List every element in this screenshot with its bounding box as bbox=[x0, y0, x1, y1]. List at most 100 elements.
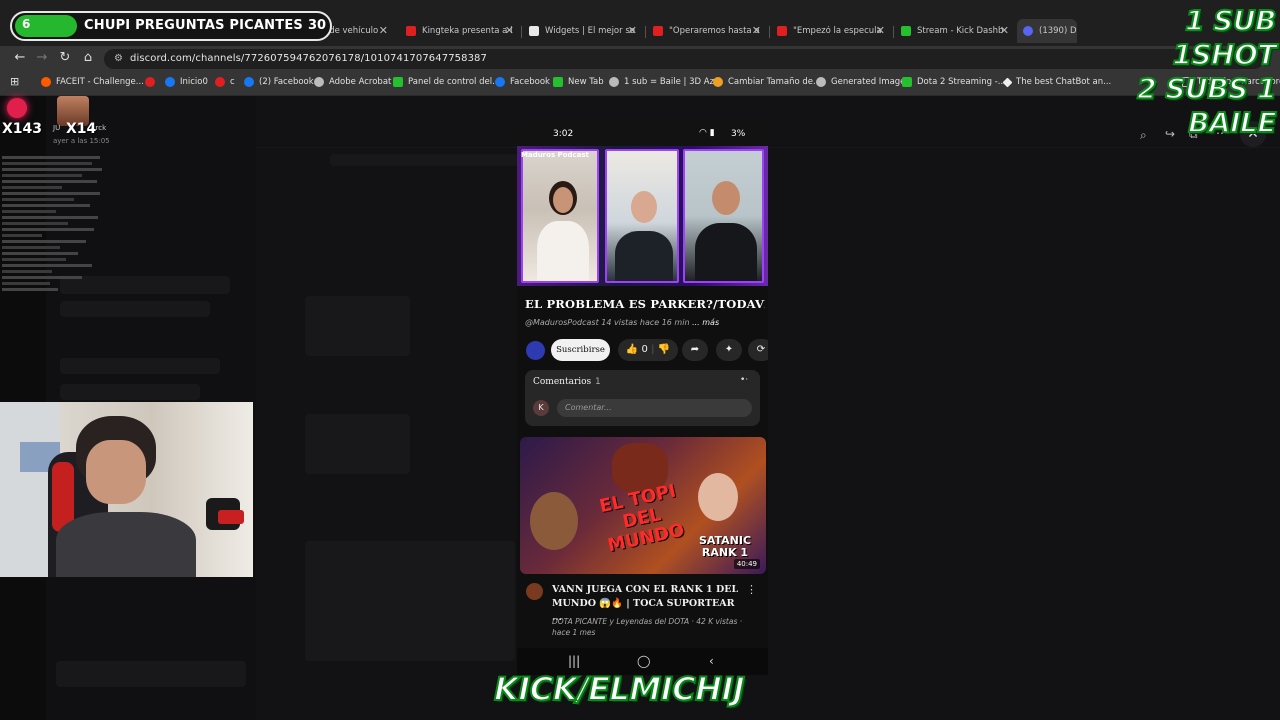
bookmark-facebook[interactable]: Facebook bbox=[495, 77, 550, 87]
tab-kick-dashboard[interactable]: Stream - Kick Dashb ✕ bbox=[895, 19, 1015, 43]
kick-icon bbox=[393, 77, 403, 87]
channel-handle[interactable]: @MadurosPodcast bbox=[525, 318, 599, 327]
tab-widgets[interactable]: Widgets | El mejor so ✕ bbox=[523, 19, 643, 43]
channel-avatar[interactable] bbox=[526, 341, 545, 360]
video-meta: @MadurosPodcast 14 vistas hace 16 min ..… bbox=[525, 318, 719, 327]
video-guest-1 bbox=[521, 149, 599, 283]
facebook-icon bbox=[165, 77, 175, 87]
bookmark-c[interactable]: c bbox=[215, 77, 235, 87]
tab-separator bbox=[893, 26, 894, 38]
guest-face bbox=[553, 187, 573, 213]
phone-status-bar: 3:02 ◠ ▮ 3% bbox=[517, 120, 768, 146]
streamer-webcam bbox=[0, 402, 253, 577]
url-text[interactable]: discord.com/channels/772607594762076178/… bbox=[130, 53, 487, 64]
view-count: 14 vistas bbox=[601, 318, 638, 327]
video-actions: Suscribirse 👍 0 | 👎 ➦ ✦ ⟳ bbox=[517, 338, 768, 364]
bookmark-sub-baile[interactable]: 1 sub = Baile | 3D Az... bbox=[609, 77, 722, 87]
promo-count: 6 bbox=[22, 17, 31, 31]
bookmark-inicio[interactable]: Inicio0 bbox=[165, 77, 208, 87]
user-panel-ghost bbox=[56, 661, 246, 687]
discord-message-time: ayer a las 15:05 bbox=[53, 137, 110, 145]
message-image-ghost bbox=[305, 414, 410, 474]
youtube-icon bbox=[406, 26, 416, 36]
comment-avatar: K bbox=[533, 400, 549, 416]
forward-icon[interactable]: → bbox=[34, 50, 50, 66]
bookmark-faceit[interactable]: FACEIT - Challenge... bbox=[41, 77, 144, 87]
tab-kingteka[interactable]: Kingteka presenta a l ✕ bbox=[400, 19, 520, 43]
tab-operaremos[interactable]: "Operaremos hasta a ✕ bbox=[647, 19, 767, 43]
kick-icon bbox=[902, 77, 912, 87]
thumbs-up-icon[interactable]: 👍 bbox=[626, 344, 638, 355]
kebab-menu-icon[interactable]: ⋮ bbox=[746, 583, 757, 596]
like-dislike-button[interactable]: 👍 0 | 👎 bbox=[618, 339, 678, 361]
wifi-signal-icon: ◠ ▮ bbox=[699, 128, 715, 138]
thumb-title-text: EL TOPI DEL MUNDO bbox=[597, 480, 687, 557]
comments-section[interactable]: Comentarios 1 •· K Comentar... bbox=[525, 370, 760, 426]
thumb-face-left bbox=[530, 492, 578, 550]
reload-icon[interactable]: ↻ bbox=[57, 50, 73, 66]
comment-input[interactable]: Comentar... bbox=[557, 399, 752, 417]
guest-shirt bbox=[537, 221, 589, 281]
bookmark-youtube[interactable] bbox=[145, 77, 160, 87]
sub-goal-overlay: 1 SUB 1SHOT 2 SUBS 1 BAILE bbox=[1076, 3, 1277, 140]
webcam-face bbox=[86, 440, 146, 504]
kick-icon bbox=[901, 26, 911, 36]
bookmark-generated[interactable]: Generated Image bbox=[816, 77, 905, 87]
more-actions-icon[interactable]: ⟳ bbox=[748, 339, 768, 361]
bookmark-panel[interactable]: Panel de control del... bbox=[393, 77, 500, 87]
video-duration: 40:49 bbox=[733, 559, 760, 569]
kick-handle-overlay: KICK/ELMICHIJ bbox=[493, 669, 746, 709]
bookmark-new-tab[interactable]: New Tab bbox=[553, 77, 604, 87]
youtube-icon bbox=[653, 26, 663, 36]
recommended-thumbnail[interactable]: EL TOPI DEL MUNDO SATANIC RANK 1 40:49 bbox=[520, 437, 766, 574]
tab-separator bbox=[645, 26, 646, 38]
globe-icon bbox=[816, 77, 826, 87]
thumb-face-right bbox=[698, 473, 738, 521]
channel-ghost bbox=[60, 384, 200, 400]
resize-icon bbox=[713, 77, 723, 87]
webcam-mic-arm bbox=[218, 510, 244, 524]
close-tab-icon[interactable]: ✕ bbox=[505, 24, 514, 37]
close-tab-icon[interactable]: ✕ bbox=[876, 24, 885, 37]
bookmark-dota[interactable]: Dota 2 Streaming -... bbox=[902, 77, 1006, 87]
bookmark-cambiar[interactable]: Cambiar Tamaño de... bbox=[713, 77, 821, 87]
bookmark-adobe[interactable]: Adobe Acrobat bbox=[314, 77, 391, 87]
bookmark-facebook-2[interactable]: (2) Facebook bbox=[244, 77, 314, 87]
back-chevron-icon[interactable]: ‹ bbox=[709, 654, 714, 668]
close-tab-icon[interactable]: ✕ bbox=[1000, 24, 1009, 37]
guest-shirt bbox=[695, 223, 757, 281]
home-circle-icon[interactable]: ◯ bbox=[637, 654, 650, 668]
close-tab-icon[interactable]: ✕ bbox=[752, 24, 761, 37]
promo-text: CHUPI PREGUNTAS PICANTES bbox=[84, 18, 303, 33]
video-guest-2 bbox=[605, 149, 679, 283]
webcam-body bbox=[56, 512, 196, 577]
close-tab-icon[interactable]: ✕ bbox=[628, 24, 637, 37]
share-icon[interactable]: ➦ bbox=[682, 339, 708, 361]
recents-icon[interactable]: ||| bbox=[568, 654, 580, 668]
discord-icon bbox=[1023, 26, 1033, 36]
video-player[interactable]: Maduros Podcast bbox=[517, 146, 768, 286]
site-info-icon[interactable]: ⚙ bbox=[114, 53, 123, 64]
expand-dots-icon[interactable]: •· bbox=[740, 375, 748, 385]
youtube-icon bbox=[145, 77, 155, 87]
widget-icon bbox=[529, 26, 539, 36]
home-icon[interactable]: ⌂ bbox=[80, 50, 96, 66]
tab-discord[interactable]: (1390) Discord bbox=[1017, 19, 1077, 43]
thumbs-down-icon[interactable]: 👎 bbox=[658, 344, 670, 355]
more-link[interactable]: ... más bbox=[692, 318, 719, 327]
message-image-ghost bbox=[305, 541, 515, 661]
video-guest-3 bbox=[683, 149, 764, 283]
guest-face bbox=[712, 181, 740, 215]
comments-title: Comentarios bbox=[533, 377, 592, 387]
recommended-meta: DOTA PICANTE y Leyendas del DOTA · 42 K … bbox=[552, 617, 743, 637]
subscribe-button[interactable]: Suscribirse bbox=[551, 339, 610, 361]
thumb-rank-text: SATANIC RANK 1 bbox=[698, 534, 752, 559]
video-title[interactable]: EL PROBLEMA ES PARKER?/TODAVIA E... bbox=[525, 297, 765, 311]
close-tab-icon[interactable]: ✕ bbox=[379, 24, 388, 37]
recommended-channel-avatar[interactable] bbox=[526, 583, 543, 600]
tab-empezo[interactable]: "Empezó la especula ✕ bbox=[771, 19, 891, 43]
back-icon[interactable]: ← bbox=[12, 50, 28, 66]
remix-icon[interactable]: ✦ bbox=[716, 339, 742, 361]
sub-goal-line-2: 2 SUBS 1 BAILE bbox=[1136, 71, 1277, 140]
apps-icon[interactable]: ⊞ bbox=[10, 75, 19, 88]
